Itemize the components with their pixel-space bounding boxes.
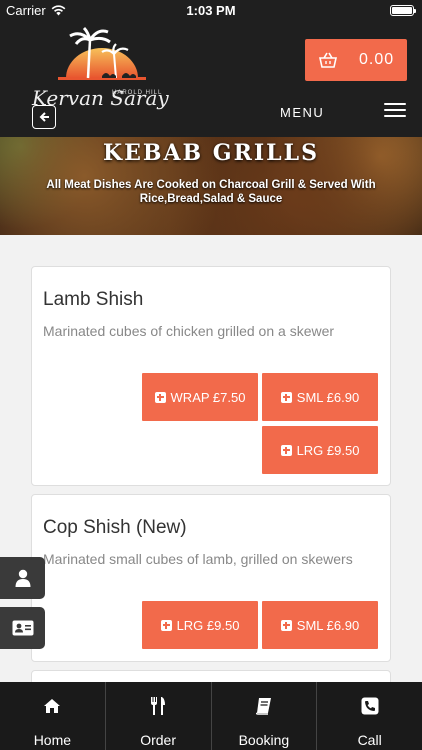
plus-square-icon — [280, 444, 292, 456]
plus-square-icon — [280, 619, 292, 631]
status-bar: Carrier 1:03 PM — [0, 0, 422, 22]
contact-card-tab[interactable] — [0, 607, 45, 649]
plus-square-icon — [280, 391, 292, 403]
menu-label[interactable]: MENU — [280, 105, 324, 120]
add-small-button[interactable]: SML £6.90 — [262, 373, 378, 421]
cart-total: 0.00 — [359, 51, 395, 68]
battery-icon — [390, 5, 416, 16]
nav-call[interactable]: Call — [317, 682, 422, 750]
button-label: SML £6.90 — [296, 617, 360, 633]
button-label: LRG £9.50 — [176, 617, 240, 633]
menu-item-card: Cop Shish (New) Marinated small cubes of… — [31, 494, 391, 662]
button-label: SML £6.90 — [296, 389, 360, 405]
add-small-button[interactable]: SML £6.90 — [262, 601, 378, 649]
nav-home[interactable]: Home — [0, 682, 106, 750]
plus-square-icon — [154, 391, 166, 403]
category-subtitle: All Meat Dishes Are Cooked on Charcoal G… — [46, 179, 376, 205]
nav-label: Call — [357, 732, 382, 748]
status-time: 1:03 PM — [186, 3, 236, 18]
hamburger-menu-icon[interactable] — [384, 103, 406, 117]
arrow-left-icon — [39, 112, 49, 122]
menu-item-title: Lamb Shish — [43, 289, 144, 310]
menu-item-description: Marinated cubes of chicken grilled on a … — [43, 323, 335, 339]
basket-icon — [319, 52, 337, 68]
menu-item-description: Marinated small cubes of lamb, grilled o… — [43, 551, 353, 567]
category-banner: KEBAB GRILLS All Meat Dishes Are Cooked … — [0, 137, 422, 235]
plus-square-icon — [160, 619, 172, 631]
cart-button[interactable]: 0.00 — [305, 39, 407, 81]
button-label: LRG £9.50 — [296, 442, 360, 458]
user-icon — [15, 569, 30, 587]
add-large-button[interactable]: LRG £9.50 — [262, 426, 378, 474]
category-title: KEBAB GRILLS — [103, 140, 319, 166]
app-header: HAROLD HILL Kervan Saray 0.00 MENU — [0, 22, 422, 137]
bottom-navigation: Home Order Booking Call — [0, 682, 422, 750]
nav-label: Booking — [238, 732, 290, 748]
add-large-button[interactable]: LRG £9.50 — [142, 601, 258, 649]
home-icon — [42, 696, 62, 716]
restaurant-logo[interactable]: HAROLD HILL Kervan Saray — [28, 26, 176, 116]
address-card-icon — [12, 620, 33, 636]
nav-order[interactable]: Order — [106, 682, 212, 750]
menu-item-card: Lamb Shish Marinated cubes of chicken gr… — [31, 266, 391, 486]
palm-sun-icon — [58, 26, 146, 80]
nav-label: Order — [140, 732, 177, 748]
phone-icon — [360, 696, 380, 716]
account-tab[interactable] — [0, 557, 45, 599]
menu-item-title: Cop Shish (New) — [43, 517, 187, 538]
utensils-icon — [148, 696, 168, 716]
button-label: WRAP £7.50 — [170, 389, 246, 405]
nav-label: Home — [33, 732, 72, 748]
back-button[interactable] — [32, 105, 56, 129]
add-wrap-button[interactable]: WRAP £7.50 — [142, 373, 258, 421]
nav-booking[interactable]: Booking — [212, 682, 318, 750]
book-icon — [254, 696, 274, 716]
